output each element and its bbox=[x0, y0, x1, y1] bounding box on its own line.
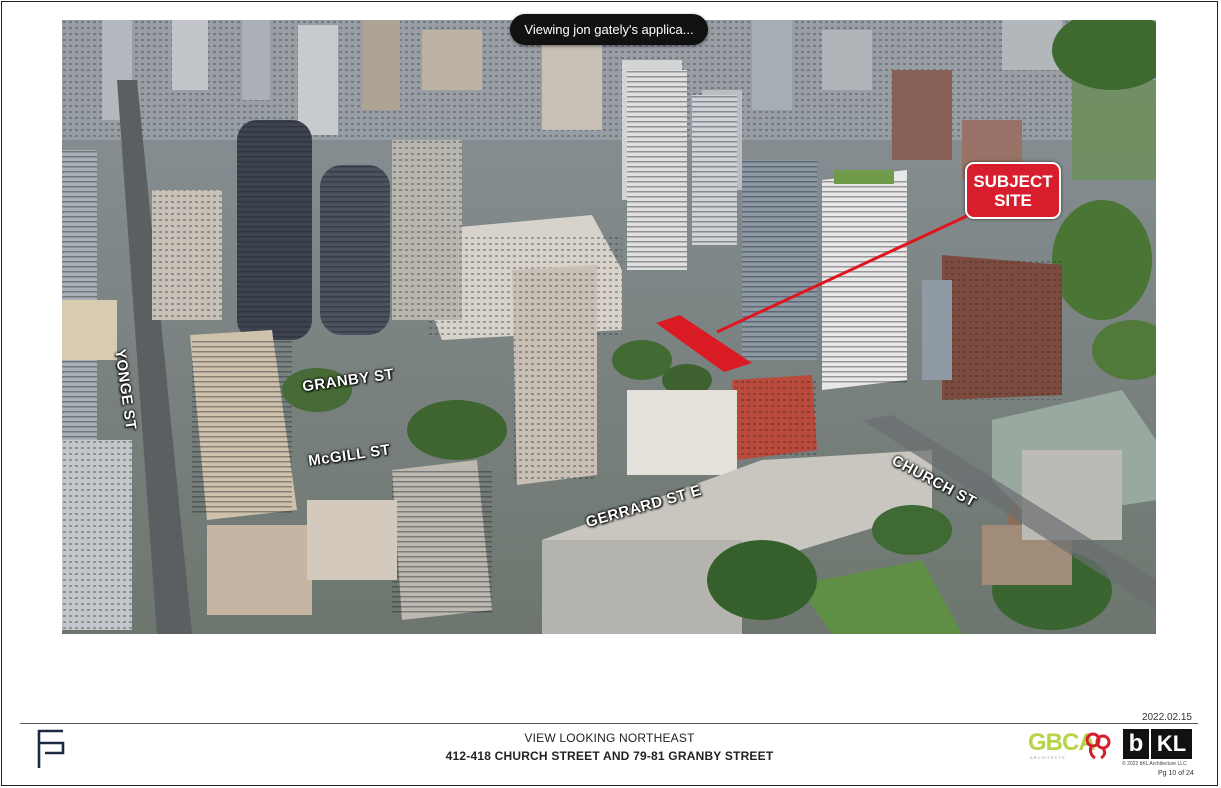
bkl-logo-kl: KL bbox=[1151, 729, 1192, 759]
footer-divider bbox=[20, 723, 1198, 724]
page-number: Pg 10 of 24 bbox=[1158, 770, 1194, 777]
copyright-text: © 2022 bKL Architecture LLC bbox=[1122, 761, 1187, 767]
footer-date: 2022.02.15 bbox=[1141, 712, 1192, 723]
gbca-logo-subtitle: ARCHITECTS bbox=[1030, 755, 1066, 760]
subject-site-line2: SITE bbox=[994, 190, 1032, 210]
subject-site-line1: SUBJECT bbox=[973, 171, 1053, 191]
swirl-logo-icon bbox=[1083, 730, 1113, 765]
screen-share-banner[interactable]: Viewing jon gately's applica... bbox=[510, 14, 708, 45]
aerial-photo: YONGE ST GRANBY ST McGILL ST GERRARD ST … bbox=[62, 20, 1156, 634]
bkl-logo: b KL bbox=[1123, 729, 1192, 759]
bkl-logo-b: b bbox=[1123, 729, 1149, 759]
subject-site-marker: SUBJECT SITE bbox=[965, 162, 1061, 219]
